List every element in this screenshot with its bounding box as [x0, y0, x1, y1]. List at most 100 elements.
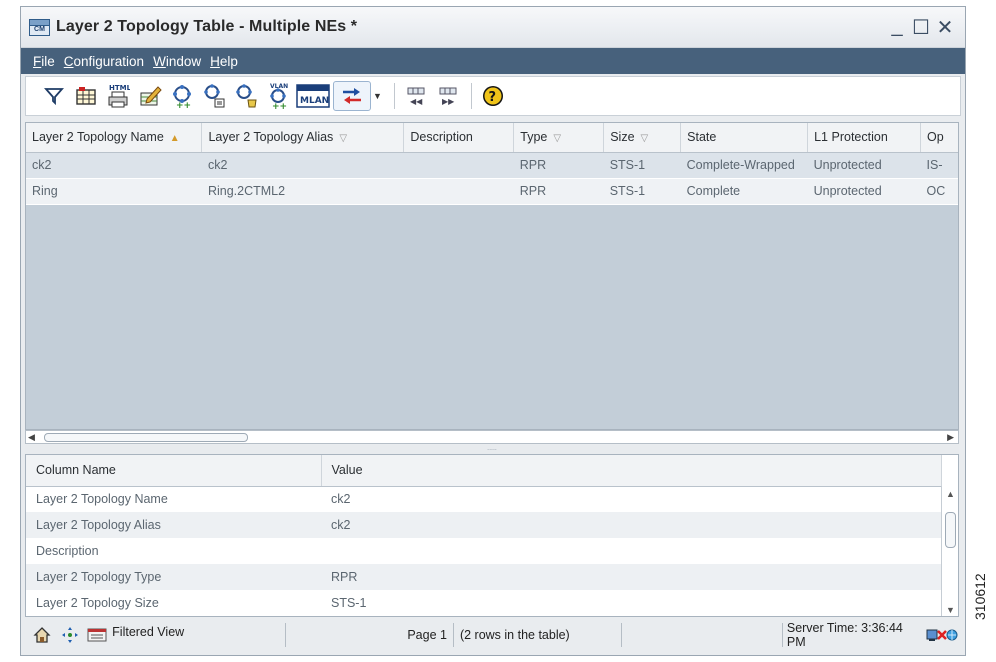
filtered-view-cell: Filtered View — [108, 623, 286, 647]
connection-status-icon — [926, 629, 958, 641]
create-ring-button[interactable]: ++ — [167, 81, 197, 111]
transfer-button[interactable] — [333, 81, 371, 111]
expand-columns-button[interactable]: ▶▶ — [433, 81, 463, 111]
cell-description — [403, 152, 514, 179]
vlan-create-button[interactable]: VLAN ++ — [263, 81, 293, 111]
menu-configuration[interactable]: Configuration — [64, 54, 144, 69]
cell-name: ck2 — [26, 152, 202, 179]
table-row[interactable]: ck2 ck2 RPR STS-1 Complete-Wrapped Unpro… — [26, 152, 958, 179]
vlan-create-icon: VLAN++ — [270, 83, 288, 110]
transfer-dropdown-arrow[interactable]: ▼ — [373, 91, 382, 101]
ring-modify-button[interactable] — [231, 81, 261, 111]
vertical-scrollbar[interactable]: ▲ ▼ — [941, 486, 958, 616]
cell-name: Ring — [26, 178, 202, 205]
filtered-view-icon — [87, 628, 107, 642]
window-controls: _ ☐ ✕ — [887, 15, 955, 40]
cell-size: STS-1 — [603, 178, 681, 205]
maximize-button[interactable]: ☐ — [911, 15, 931, 40]
scroll-left-arrow-icon[interactable]: ◀ — [28, 431, 35, 444]
vertical-scroll-thumb[interactable] — [945, 512, 956, 548]
sort-ascending-icon: ▲ — [169, 133, 180, 145]
filtered-view-button[interactable] — [86, 624, 108, 646]
row-count-label: (2 rows in the table) — [459, 628, 570, 642]
cell-op: OC — [920, 178, 958, 205]
column-header-size[interactable]: Size ▽ — [603, 123, 682, 153]
status-bar: Filtered View Page 1 (2 rows in the tabl… — [25, 620, 959, 650]
menu-window-rest: indow — [165, 53, 202, 69]
table-row[interactable]: Ring Ring.2CTML2 RPR STS-1 Complete Unpr… — [26, 178, 958, 205]
horizontal-scrollbar[interactable]: ◀ ▶ — [25, 430, 959, 444]
minimize-button[interactable]: _ — [887, 15, 907, 40]
create-ring-icon: ++ — [173, 85, 191, 109]
menu-configuration-rest: onfiguration — [73, 53, 145, 69]
html-print-icon: HTML — [108, 84, 130, 108]
column-header-name[interactable]: Layer 2 Topology Name ▲ — [26, 123, 203, 153]
column-header-size-label: Size — [610, 130, 635, 145]
menu-file[interactable]: File — [33, 54, 55, 69]
detail-panel: Column Name Value Layer 2 Topology Name … — [25, 454, 959, 617]
table-icon — [76, 87, 96, 105]
cell-value: STS-1 — [321, 590, 942, 616]
cell-column-name: Description — [26, 538, 321, 564]
table-row[interactable]: Layer 2 Topology Alias ck2 — [26, 512, 942, 538]
menu-help-mnemonic: H — [210, 53, 220, 69]
help-icon: ? — [482, 86, 503, 106]
filter-arrow-icon: ▽ — [339, 133, 348, 145]
table-row[interactable]: Layer 2 Topology Type RPR — [26, 564, 942, 590]
svg-text:++: ++ — [272, 102, 287, 110]
help-button[interactable]: ? — [478, 81, 508, 111]
topology-table: Layer 2 Topology Name ▲ Layer 2 Topology … — [26, 123, 958, 205]
column-header-op[interactable]: Op — [920, 123, 958, 153]
mlan-icon: MLAN — [296, 84, 330, 108]
cell-column-name: Layer 2 Topology Size — [26, 590, 321, 616]
column-header-l1-protection[interactable]: L1 Protection — [807, 123, 922, 153]
detail-table: Column Name Value Layer 2 Topology Name … — [26, 455, 942, 616]
collapse-columns-button[interactable]: ◀◀ — [401, 81, 431, 111]
table-row[interactable]: Description — [26, 538, 942, 564]
svg-text:MLAN: MLAN — [300, 96, 329, 106]
cell-alias: ck2 — [201, 152, 404, 179]
figure-id-caption: 310612 — [972, 573, 988, 620]
toolbar-separator-2 — [470, 83, 472, 109]
toolbar: HTML ++ VLAN ++ MLAN ▼ ◀◀ ▶▶ ? — [25, 76, 961, 116]
page-number: Page 1 — [407, 628, 447, 642]
scroll-right-arrow-icon[interactable]: ▶ — [947, 431, 954, 444]
edit-icon — [140, 86, 162, 106]
column-header-column-name[interactable]: Column Name — [26, 455, 322, 487]
ring-modify-icon — [236, 84, 257, 108]
column-header-state[interactable]: State — [680, 123, 809, 153]
column-header-alias[interactable]: Layer 2 Topology Alias ▽ — [201, 123, 405, 153]
table-row[interactable]: Layer 2 Topology Name ck2 — [26, 486, 942, 512]
close-button[interactable]: ✕ — [935, 15, 955, 40]
scroll-down-arrow-icon[interactable]: ▼ — [946, 605, 955, 615]
title-bar: CM Layer 2 Topology Table - Multiple NEs… — [21, 7, 965, 48]
svg-text:▶▶: ▶▶ — [442, 97, 455, 106]
table-view-button[interactable] — [71, 81, 101, 111]
scroll-up-arrow-icon[interactable]: ▲ — [946, 489, 955, 499]
ring-detail-button[interactable] — [199, 81, 229, 111]
column-header-description[interactable]: Description — [403, 123, 515, 153]
html-export-button[interactable]: HTML — [103, 81, 133, 111]
topology-table-header: Layer 2 Topology Name ▲ Layer 2 Topology … — [26, 123, 958, 153]
move-button[interactable] — [59, 624, 81, 646]
filter-button[interactable] — [39, 81, 69, 111]
mlan-button[interactable]: MLAN — [295, 81, 331, 111]
cell-description — [403, 178, 514, 205]
column-header-type[interactable]: Type ▽ — [513, 123, 605, 153]
menu-help[interactable]: Help — [210, 54, 238, 69]
filtered-view-label: Filtered View — [112, 625, 185, 639]
connection-status-button[interactable] — [925, 624, 959, 646]
svg-text:++: ++ — [176, 101, 191, 109]
table-row[interactable]: Layer 2 Topology Size STS-1 — [26, 590, 942, 616]
column-header-l1-protection-label: L1 Protection — [814, 130, 888, 145]
home-button[interactable] — [31, 624, 53, 646]
server-time-cell: Server Time: 3:36:44 PM — [787, 621, 924, 649]
menu-bar: File Configuration Window Help — [21, 48, 965, 74]
pane-splitter[interactable]: ..... — [25, 445, 959, 454]
column-header-value[interactable]: Value — [321, 455, 942, 487]
menu-window[interactable]: Window — [153, 54, 201, 69]
svg-text:?: ? — [488, 90, 496, 105]
cell-value — [321, 538, 942, 564]
edit-table-button[interactable] — [135, 81, 165, 111]
horizontal-scroll-thumb[interactable] — [44, 433, 248, 442]
